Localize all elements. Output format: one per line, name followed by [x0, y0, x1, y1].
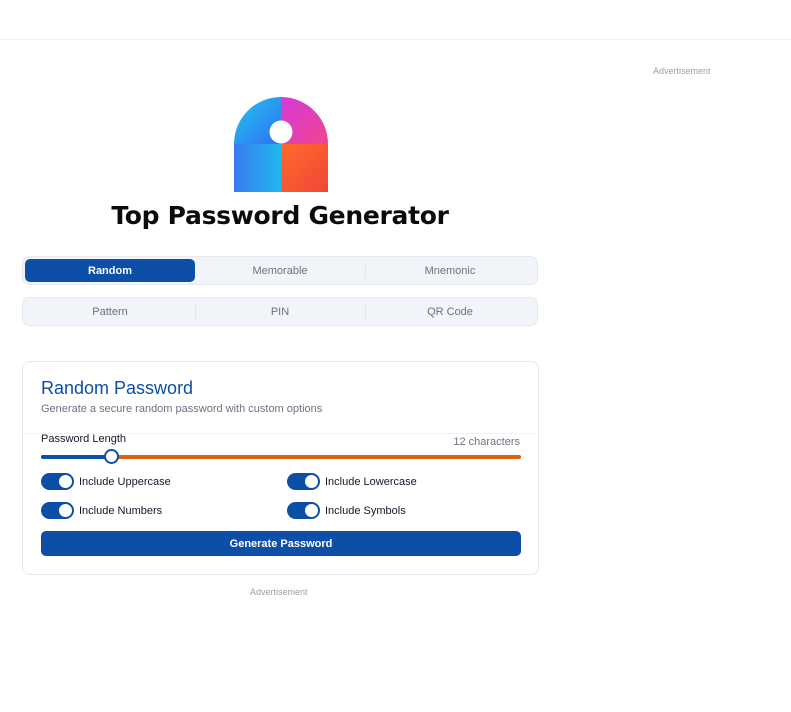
tab-random[interactable]: Random [25, 259, 195, 282]
tab-qr-code[interactable]: QR Code [365, 300, 535, 323]
generator-type-tabs-secondary: Pattern PIN QR Code [22, 297, 538, 326]
page-title: Top Password Generator [111, 201, 449, 230]
tab-pin[interactable]: PIN [195, 300, 365, 323]
generate-password-button[interactable]: Generate Password [41, 531, 521, 556]
toggle-switch[interactable] [287, 502, 320, 519]
option-label: Include Numbers [79, 504, 163, 517]
padlock-logo-icon [234, 97, 328, 192]
option-label: Include Lowercase [325, 475, 417, 488]
top-bar [0, 0, 791, 40]
toggle-switch[interactable] [41, 473, 74, 490]
toggle-switch[interactable] [41, 502, 74, 519]
toggle-switch[interactable] [287, 473, 320, 490]
option-label: Include Uppercase [79, 475, 171, 488]
card-subtitle: Generate a secure random password with c… [41, 403, 323, 415]
option-uppercase[interactable]: Include Uppercase [41, 473, 171, 490]
password-length-label: Password Length [41, 433, 126, 445]
option-symbols[interactable]: Include Symbols [287, 502, 406, 519]
advertisement-label: Advertisement [250, 587, 308, 597]
random-password-card: Random Password Generate a secure random… [22, 361, 539, 575]
card-title: Random Password [41, 378, 194, 398]
tab-mnemonic[interactable]: Mnemonic [365, 259, 535, 282]
generator-type-tabs: Random Memorable Mnemonic [22, 256, 538, 285]
slider-fill [41, 455, 112, 459]
password-length-value: 12 characters [453, 436, 520, 448]
password-length-slider[interactable] [41, 449, 521, 464]
slider-thumb[interactable] [104, 449, 120, 464]
option-lowercase[interactable]: Include Lowercase [287, 473, 417, 490]
option-numbers[interactable]: Include Numbers [41, 502, 162, 519]
tab-memorable[interactable]: Memorable [195, 259, 365, 282]
tab-pattern[interactable]: Pattern [25, 300, 195, 323]
option-label: Include Symbols [325, 504, 406, 517]
advertisement-label: Advertisement [653, 66, 711, 76]
